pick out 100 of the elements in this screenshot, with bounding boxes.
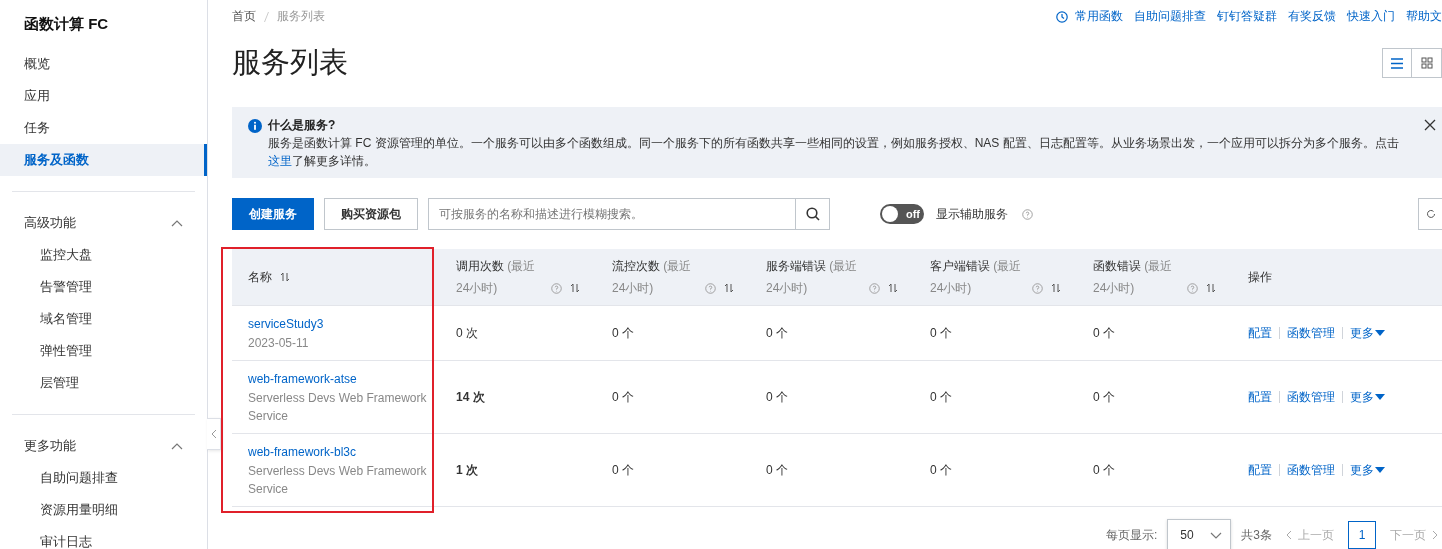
search-field[interactable]: 可按服务的名称和描述进行模糊搜索。 [428,198,796,230]
table-cell-text: 0 个 [766,388,789,406]
sidebar-item[interactable]: 服务及函数 [0,144,207,176]
service-description: Serverless Devs Web Framework Service [248,389,428,425]
table-cell-text: 0 个 [612,461,635,479]
info-icon [248,119,262,133]
caret-icon [1375,467,1385,473]
list-icon [1391,57,1403,69]
purchase-button[interactable]: 购买资源包 [324,198,418,230]
refresh-icon [1425,209,1436,219]
refresh-button[interactable] [1418,198,1442,230]
action-link[interactable]: 配置 [1248,461,1272,479]
table-cell-text: 0 个 [1093,388,1116,406]
chevron-down-icon[interactable] [1210,531,1223,539]
sidebar-section[interactable]: 高级功能 [0,207,207,239]
chevron-left-icon [1286,530,1292,540]
table-cell-text: 0 个 [766,461,789,479]
sidebar-subitem[interactable]: 告警管理 [0,271,207,303]
service-description: 2023-05-11 [248,334,310,352]
breadcrumb-item: 服务列表 [277,8,325,25]
table-cell-text: 0 个 [612,324,635,342]
sidebar-subitem[interactable]: 审计日志 [0,526,207,549]
chevron-up-icon[interactable] [171,219,183,227]
caret-icon [1375,394,1385,400]
page-title: 服务列表 [232,45,348,80]
table-cell-text: 1 次 [456,461,479,479]
header-link[interactable]: 快速入门 [1347,8,1395,25]
action-link[interactable]: 更多 [1350,324,1385,342]
action-link[interactable]: 函数管理 [1287,388,1335,406]
breadcrumb-separator-icon [264,11,269,22]
action-link[interactable]: 更多 [1350,461,1385,479]
grid-icon [1420,57,1433,69]
column-title: 名称 [248,269,272,286]
toggle-switch[interactable]: off [880,204,924,224]
header-link[interactable]: 有奖反馈 [1288,8,1336,25]
header-link[interactable]: 钉钉答疑群 [1217,8,1277,25]
section-title: 更多功能 [24,437,76,455]
column-title: 调用次数 (最近24小时) [456,258,537,297]
column-title: 服务端错误 (最近24小时) [766,258,859,297]
sort-icon[interactable] [888,283,898,293]
total-count: 共3条 [1241,526,1272,544]
table-cell-text: 0 个 [1093,324,1116,342]
sidebar-subitem[interactable]: 层管理 [0,367,207,399]
sidebar-subitem[interactable]: 资源用量明细 [0,494,207,526]
page-size-select[interactable]: 50 [1167,519,1232,549]
header-link[interactable]: 帮助文 [1406,8,1442,25]
sort-icon[interactable] [1206,283,1216,293]
close-button[interactable] [1424,119,1436,131]
chevron-left-icon [210,429,217,439]
sidebar-item[interactable]: 应用 [0,80,207,112]
action-link[interactable]: 更多 [1350,388,1385,406]
clock-icon [1056,10,1068,23]
service-name-link[interactable]: serviceStudy3 [248,314,436,334]
table-cell-text: 0 个 [766,324,789,342]
column-title: 操作 [1248,269,1272,286]
action-link[interactable]: 配置 [1248,388,1272,406]
action-link[interactable]: 函数管理 [1287,461,1335,479]
sidebar-subitem[interactable]: 弹性管理 [0,335,207,367]
caret-icon [1375,330,1385,336]
action-link[interactable]: 配置 [1248,324,1272,342]
toggle-label: 显示辅助服务 [936,205,1008,223]
sort-icon[interactable] [570,283,580,293]
list-view-button[interactable] [1382,48,1412,78]
table-cell-text: 0 个 [930,461,953,479]
page-size-label: 每页显示: [1105,526,1158,544]
service-description: Serverless Devs Web Framework Service [248,462,428,498]
grid-view-button[interactable] [1412,48,1442,78]
sidebar-subitem[interactable]: 自助问题排查 [0,462,207,494]
action-link[interactable]: 函数管理 [1287,324,1335,342]
banner-link[interactable]: 这里 [268,154,292,168]
banner-title: 什么是服务? [268,117,337,134]
chevron-up-icon[interactable] [171,442,183,450]
header-link[interactable]: 常用函数 [1075,8,1123,25]
column-title: 客户端错误 (最近24小时) [930,258,1023,297]
column-title: 函数错误 (最近24小时) [1093,258,1174,297]
app-title: 函数计算 FC [23,14,110,34]
sidebar-item[interactable]: 任务 [0,112,207,144]
column-title: 流控次数 (最近24小时) [612,258,693,297]
page-number-button[interactable]: 1 [1348,521,1376,549]
sort-icon[interactable] [1051,283,1061,293]
sidebar-item[interactable]: 概览 [0,48,207,80]
section-title: 高级功能 [24,214,76,232]
sidebar-subitem[interactable]: 域名管理 [0,303,207,335]
search-button[interactable] [796,198,830,230]
table-cell-text: 0 个 [612,388,635,406]
table-cell-text: 0 个 [930,388,953,406]
breadcrumb-item[interactable]: 首页 [232,8,256,25]
sort-icon[interactable] [724,283,734,293]
sidebar-subitem[interactable]: 监控大盘 [0,239,207,271]
table-cell-text: 14 次 [456,388,486,406]
create-button[interactable]: 创建服务 [232,198,314,230]
table-cell-text: 0 个 [930,324,953,342]
table-cell-text: 0 个 [1093,461,1116,479]
service-name-link[interactable]: web-framework-atse [248,369,436,389]
sort-icon[interactable] [280,272,290,282]
search-icon [805,207,820,221]
header-link[interactable]: 自助问题排查 [1134,8,1206,25]
table-cell-text: 0 次 [456,324,479,342]
service-name-link[interactable]: web-framework-bl3c [248,442,436,462]
sidebar-section[interactable]: 更多功能 [0,430,207,462]
